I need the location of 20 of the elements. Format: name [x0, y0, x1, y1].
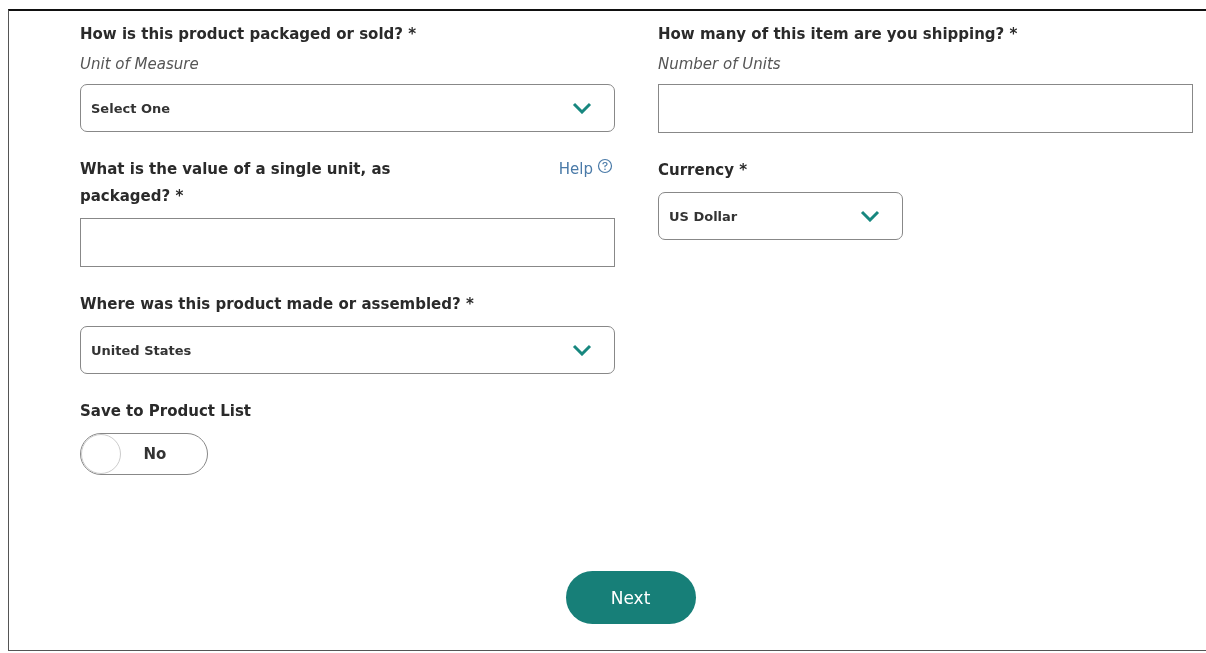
input-field[interactable]: [80, 218, 615, 267]
help-icon: [597, 158, 613, 174]
input-field[interactable]: [658, 84, 1193, 133]
toggle-switch[interactable]: No: [80, 433, 208, 475]
dropdown-select[interactable]: Select One: [80, 84, 615, 132]
field-hint: Number of Units: [658, 54, 782, 75]
dropdown-select[interactable]: US Dollar: [658, 192, 903, 240]
dropdown-select[interactable]: United States: [80, 326, 615, 374]
chevron-down-icon: [572, 102, 592, 114]
field-label: Save to Product List: [80, 401, 252, 422]
field-label: What is the value of a single unit, as packaged? *: [80, 159, 392, 207]
field-label: How many of this item are you shipping? *: [658, 24, 1018, 45]
field-label: How is this product packaged or sold? *: [80, 24, 417, 45]
field-label: Where was this product made or assembled? *: [80, 294, 474, 315]
field-label: Currency *: [658, 160, 748, 181]
chevron-down-icon: [572, 344, 592, 356]
next-button[interactable]: Next: [565, 571, 696, 624]
chevron-down-icon: [860, 210, 880, 222]
field-hint: Unit of Measure: [80, 54, 200, 75]
help-link[interactable]: Help: [558, 156, 613, 183]
